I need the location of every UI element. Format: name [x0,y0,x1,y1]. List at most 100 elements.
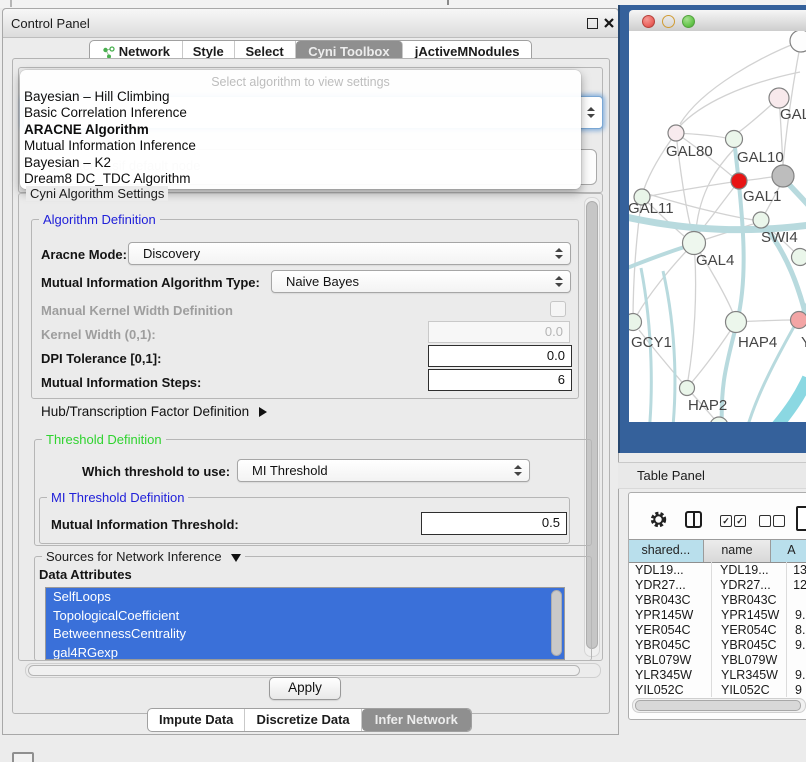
table-hscrollbar-thumb[interactable] [635,700,801,711]
table-row[interactable]: YDR27... YDR27... 12 [629,577,806,592]
control-panel-window: Control Panel Network Style Select [2,8,619,735]
table-row[interactable]: YER054C YER054C 8. [629,622,806,637]
mi-threshold-group-title: MI Threshold Definition [47,490,188,505]
table-row[interactable]: YBR045C YBR045C 9. [629,637,806,652]
control-panel-titlebar[interactable]: Control Panel [3,9,618,38]
tab-impute-data[interactable]: Impute Data [148,709,245,731]
close-traffic-light[interactable] [642,15,655,28]
table-panel-window: ✓ ✓ shared... name A YDL19... YDL19... 1… [628,492,806,720]
combo-arrows-icon [587,107,595,119]
float-window-icon[interactable] [587,18,598,29]
mi-type-label: Mutual Information Algorithm Type: [41,275,260,290]
node-y[interactable] [791,312,806,329]
dropdown-item[interactable]: Basic Correlation Inference [20,105,581,121]
cyni-settings-title: Cyni Algorithm Settings [26,186,168,201]
expand-right-icon [259,407,267,417]
table-rows: YDL19... YDL19... 13 YDR27... YDR27... 1… [629,562,806,697]
manual-kernel-checkbox[interactable] [550,301,566,317]
table-row[interactable]: YDL19... YDL19... 13 [629,562,806,577]
control-panel-title: Control Panel [11,16,90,31]
screen: Control Panel Network Style Select [0,0,806,762]
unchecked-checkbox-icon[interactable] [773,515,785,527]
column-divider [711,562,712,697]
attributes-scrollbar-thumb[interactable] [551,590,562,656]
hub-definition-label: Hub/Transcription Factor Definition [41,404,249,419]
table-row[interactable]: YBR043C YBR043C [629,592,806,607]
table-panel-title: Table Panel [637,468,705,483]
node-gal10[interactable] [726,131,743,148]
checked-checkbox-icon[interactable]: ✓ [720,515,732,527]
node-gal-top[interactable] [769,88,789,108]
node-gal80[interactable] [668,125,684,141]
column-header-name[interactable]: name [704,540,772,562]
split-columns-icon[interactable] [685,511,702,528]
combo-arrows-icon [514,465,522,477]
minimized-panel-icon[interactable] [12,752,34,762]
node-label: Y [801,334,806,351]
node-hap2[interactable] [680,381,695,396]
attribute-item[interactable]: gal4RGexp [46,644,564,661]
mi-type-combo[interactable]: Naive Bayes [271,270,571,293]
attribute-item[interactable]: SelfLoops [46,588,564,607]
node-unlabeled[interactable] [792,249,806,266]
network-graph: GAL GAL80 GAL10 GAL1 GAL11 SWI4 GAL4 GCY… [629,31,806,422]
data-attributes-list[interactable]: SelfLoops TopologicalCoefficient Between… [45,587,565,660]
sources-group-title[interactable]: Sources for Network Inference [42,549,245,564]
column-header-partial[interactable]: A [771,540,806,562]
node-label: GAL4 [696,252,734,269]
dropdown-item[interactable]: Bayesian – K2 [20,155,581,171]
zoom-traffic-light[interactable] [682,15,695,28]
table-header-row: shared... name A [629,539,806,563]
table-row[interactable]: YBL079W YBL079W [629,652,806,667]
tab-discretize-data[interactable]: Discretize Data [245,709,361,731]
which-threshold-combo[interactable]: MI Threshold [237,459,530,482]
node-hap4[interactable] [726,312,747,333]
node-gray[interactable] [772,165,794,187]
file-icon[interactable] [796,506,806,531]
aracne-mode-combo[interactable]: Discovery [128,242,571,265]
unchecked-checkbox-icon[interactable] [759,515,771,527]
node-gcy1[interactable] [629,314,642,331]
node-gal1[interactable] [731,173,747,189]
table-row[interactable]: YLR345W YLR345W 9. [629,667,806,682]
tab-infer-network[interactable]: Infer Network [362,709,471,731]
dpi-tolerance-field[interactable]: 0.0 [428,345,572,367]
dropdown-item[interactable]: Dream8 DC_TDC Algorithm [20,171,581,187]
minimize-traffic-light[interactable] [662,15,675,28]
mi-steps-field[interactable]: 6 [428,369,572,391]
node-label: GAL11 [629,200,674,217]
node-label: SWI4 [761,229,798,246]
apply-button[interactable]: Apply [269,677,341,700]
node-unlabeled[interactable] [790,31,806,52]
dropdown-item-selected[interactable]: ARACNE Algorithm [20,122,581,138]
hub-definition-expander[interactable]: Hub/Transcription Factor Definition [41,404,267,419]
node-swi4[interactable] [753,212,769,228]
network-icon [102,46,115,59]
table-row[interactable]: YIL052C YIL052C 9 [629,682,806,697]
settings-hscrollbar-thumb[interactable] [28,665,580,676]
network-labels: GAL GAL80 GAL10 GAL1 GAL11 SWI4 GAL4 GCY… [629,106,806,414]
aracne-mode-label: Aracne Mode: [41,247,127,262]
gear-icon[interactable] [649,510,668,529]
dropdown-item[interactable]: Mutual Information Inference [20,138,581,154]
collapse-down-icon [231,554,241,562]
close-icon[interactable] [603,17,615,29]
node-label: GAL1 [743,188,781,205]
column-header-shared[interactable]: shared... [629,540,704,562]
divider-tick [10,0,12,7]
attribute-item[interactable]: BetweennessCentrality [46,625,564,644]
node-label: GCY1 [631,334,672,351]
kernel-width-field[interactable]: 0.0 [428,321,570,343]
network-view-titlebar[interactable] [629,10,806,32]
table-row[interactable]: YPR145W YPR145W 9. [629,607,806,622]
dpi-tolerance-label: DPI Tolerance [0,1]: [41,351,161,366]
checked-checkbox-icon[interactable]: ✓ [734,515,746,527]
dropdown-item[interactable]: Bayesian – Hill Climbing [20,89,581,105]
mi-threshold-label: Mutual Information Threshold: [51,517,239,532]
column-divider [786,562,787,697]
mi-threshold-field[interactable]: 0.5 [421,512,567,535]
attribute-item[interactable]: TopologicalCoefficient [46,607,564,626]
table-hscrollbar[interactable] [632,698,806,713]
network-canvas[interactable]: GAL GAL80 GAL10 GAL1 GAL11 SWI4 GAL4 GCY… [629,31,806,422]
settings-hscrollbar[interactable] [25,663,601,678]
